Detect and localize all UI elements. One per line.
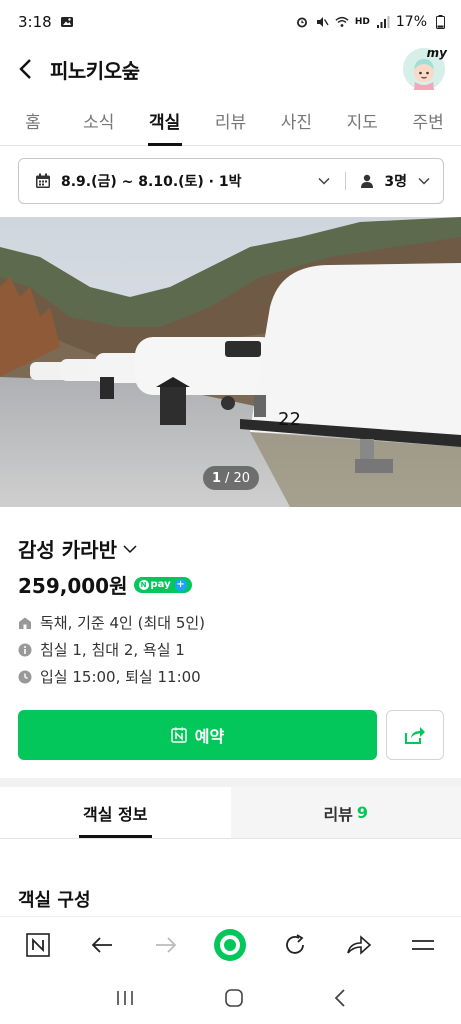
home-button[interactable]	[224, 988, 244, 1008]
room-price: 259,000원	[18, 574, 128, 598]
tab-map[interactable]: 지도	[329, 94, 395, 145]
tab-reviews[interactable]: 리뷰	[198, 94, 264, 145]
page-title: 피노키오숲	[50, 58, 140, 83]
room-detail-checkin: 입실 15:00, 퇴실 11:00	[18, 666, 201, 687]
battery-icon	[433, 15, 447, 29]
clock-icon	[18, 670, 32, 684]
detail-text: 입실 15:00, 퇴실 11:00	[40, 668, 201, 686]
photo-current: 1	[211, 470, 221, 486]
wifi-icon	[335, 15, 349, 29]
refresh-icon	[285, 933, 304, 954]
room-info-tabs: 객실 정보 리뷰 9	[0, 787, 461, 839]
person-icon	[360, 174, 374, 188]
share-button[interactable]	[386, 710, 444, 760]
photo-counter: 1 / 20	[203, 466, 259, 490]
section-title: 객실 구성	[18, 890, 91, 911]
browser-toolbar	[0, 916, 461, 972]
info-icon	[18, 643, 32, 657]
recent-apps-icon	[116, 991, 133, 1005]
share-arrow-icon	[346, 934, 371, 955]
tab-room-info[interactable]: 객실 정보	[0, 787, 231, 838]
signal-icon	[376, 15, 390, 29]
date-selector[interactable]: 8.9.(금) ~ 8.10.(토) · 1박	[35, 171, 331, 191]
npay-n-icon: N	[138, 579, 149, 590]
room-name-dropdown[interactable]: 감성 카라반	[18, 534, 139, 563]
system-back-icon	[334, 989, 345, 1007]
detail-text: 독채, 기준 4인 (최대 5인)	[40, 614, 206, 632]
mute-icon	[315, 15, 329, 29]
recent-apps-button[interactable]	[115, 989, 135, 1007]
price-row: 259,000원 N pay +	[18, 570, 192, 599]
house-icon	[18, 616, 32, 630]
tab-bar: 홈 소식 객실 리뷰 사진 지도 주변	[0, 94, 461, 146]
reserve-label: 예약	[194, 727, 225, 746]
arrow-right-icon	[156, 936, 177, 953]
tab-photos[interactable]: 사진	[263, 94, 329, 145]
calendar-icon	[35, 173, 51, 189]
home-icon	[224, 989, 243, 1007]
naver-home-button[interactable]	[18, 925, 58, 965]
plus-icon: +	[174, 578, 187, 591]
guest-count: 3명	[384, 174, 407, 190]
share-icon	[404, 725, 426, 745]
review-count: 9	[356, 803, 369, 822]
system-nav-bar	[0, 972, 461, 1024]
chevron-down-icon	[417, 174, 431, 188]
green-dot-icon	[214, 928, 247, 961]
chevron-left-icon	[19, 59, 31, 79]
section-divider	[0, 778, 461, 787]
room-name: 감성 카라반	[18, 538, 117, 562]
npay-label: pay	[150, 579, 171, 590]
battery-percent: 17%	[395, 14, 427, 30]
guest-selector[interactable]: 3명	[360, 171, 431, 191]
browser-back-button[interactable]	[82, 925, 122, 965]
campsite-photo: 22	[0, 217, 461, 507]
room-photo[interactable]: 22	[0, 217, 461, 507]
photo-total: / 20	[224, 470, 251, 486]
my-avatar-button[interactable]: my	[403, 46, 447, 90]
booking-selector: 8.9.(금) ~ 8.10.(토) · 1박 3명	[18, 158, 444, 204]
chevron-down-icon	[317, 174, 331, 188]
tab-home[interactable]: 홈	[0, 94, 66, 145]
status-bar: 3:18 HD 17%	[0, 0, 461, 44]
naver-booking-icon	[171, 727, 187, 743]
hamburger-icon	[411, 939, 434, 950]
date-range: 8.9.(금) ~ 8.10.(토) · 1박	[61, 174, 242, 190]
gallery-notification-icon	[60, 15, 74, 29]
arrow-left-icon	[91, 936, 113, 953]
browser-share-button[interactable]	[339, 925, 379, 965]
app-header: 피노키오숲 my	[0, 44, 461, 94]
refresh-button[interactable]	[275, 925, 315, 965]
system-back-button[interactable]	[333, 988, 347, 1008]
room-detail-rooms: 침실 1, 침대 2, 욕실 1	[18, 639, 185, 660]
browser-forward-button[interactable]	[146, 925, 186, 965]
alarm-icon	[295, 15, 309, 29]
selector-divider	[345, 172, 347, 190]
tab-rooms[interactable]: 객실	[132, 94, 198, 145]
hd-voice-icon: HD	[354, 17, 370, 27]
menu-button[interactable]	[403, 925, 443, 965]
tab-review-label: 리뷰	[323, 804, 353, 824]
tab-room-info-label: 객실 정보	[83, 804, 148, 824]
chevron-down-icon	[121, 542, 139, 556]
tab-nearby[interactable]: 주변	[395, 94, 461, 145]
detail-text: 침실 1, 침대 2, 욕실 1	[40, 641, 185, 659]
room-detail-occupancy: 독채, 기준 4인 (최대 5인)	[18, 612, 205, 633]
my-label: my	[426, 46, 447, 60]
green-dot-button[interactable]	[210, 925, 250, 965]
npay-badge: N pay +	[133, 576, 192, 593]
back-button[interactable]	[14, 54, 38, 84]
tab-room-reviews[interactable]: 리뷰 9	[230, 787, 461, 838]
caravan-number: 22	[278, 409, 301, 430]
reserve-button[interactable]: 예약	[18, 710, 377, 760]
naver-n-icon	[26, 932, 50, 957]
tab-news[interactable]: 소식	[66, 94, 132, 145]
status-time: 3:18	[18, 13, 52, 31]
